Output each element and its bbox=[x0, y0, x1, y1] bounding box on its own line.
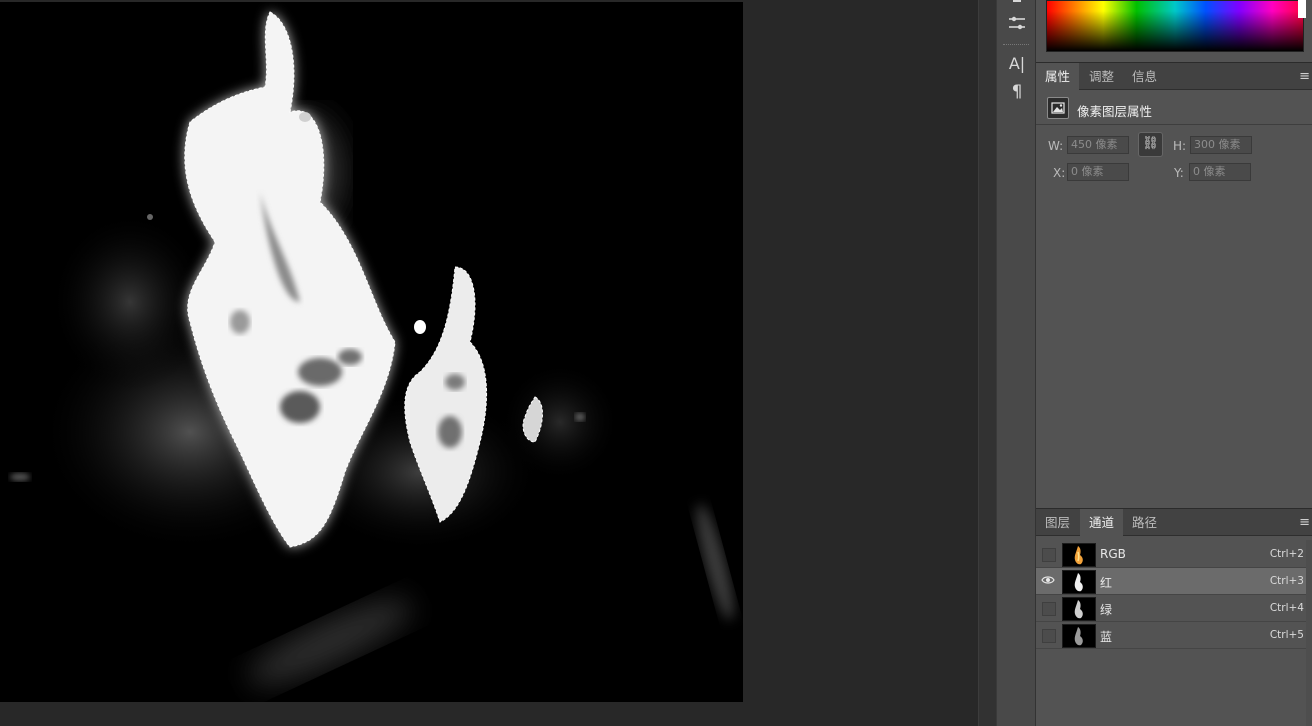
panel-menu-icon[interactable]: ≡ bbox=[1299, 69, 1310, 84]
x-field[interactable]: 0 像素 bbox=[1067, 163, 1129, 181]
channel-thumbnail bbox=[1062, 597, 1096, 621]
y-label: Y: bbox=[1174, 166, 1184, 180]
document-canvas[interactable] bbox=[0, 2, 743, 702]
tab-paths[interactable]: 路径 bbox=[1123, 509, 1166, 537]
channel-name: 绿 bbox=[1100, 603, 1113, 617]
color-spectrum[interactable] bbox=[1046, 0, 1304, 52]
collapsed-panel-icons: A| ¶ bbox=[996, 0, 1036, 726]
channel-name: RGB bbox=[1100, 547, 1126, 561]
y-field[interactable]: 0 像素 bbox=[1189, 163, 1251, 181]
channel-thumbnail bbox=[1062, 624, 1096, 648]
panel-scrollbar[interactable] bbox=[1306, 540, 1312, 726]
tab-info[interactable]: 信息 bbox=[1123, 63, 1166, 91]
visibility-toggle[interactable] bbox=[1042, 629, 1056, 643]
height-field[interactable]: 300 像素 bbox=[1190, 136, 1252, 154]
visibility-toggle[interactable] bbox=[1042, 602, 1056, 616]
channel-row-red[interactable]: 红 Ctrl+3 bbox=[1036, 568, 1306, 595]
panel-dock-edge bbox=[978, 0, 996, 726]
channel-thumbnail bbox=[1062, 543, 1096, 567]
link-dimensions-icon[interactable]: ⛓ bbox=[1138, 132, 1163, 157]
channel-name: 红 bbox=[1100, 576, 1113, 590]
width-label: W: bbox=[1048, 139, 1064, 153]
channel-shortcut: Ctrl+5 bbox=[1269, 629, 1304, 641]
channel-name: 蓝 bbox=[1100, 630, 1113, 644]
channel-shortcut: Ctrl+2 bbox=[1269, 548, 1304, 560]
icon-separator bbox=[1003, 44, 1029, 46]
channel-image bbox=[10, 11, 734, 685]
brush-settings-icon[interactable] bbox=[997, 0, 1037, 8]
tab-channels[interactable]: 通道 bbox=[1080, 509, 1124, 537]
divider bbox=[1036, 648, 1306, 649]
properties-tabbar: 属性 调整 信息 ≡ bbox=[1036, 62, 1312, 91]
character-icon[interactable]: A| bbox=[997, 54, 1037, 73]
channel-row-blue[interactable]: 蓝 Ctrl+5 bbox=[1036, 622, 1306, 649]
channel-shortcut: Ctrl+3 bbox=[1269, 575, 1304, 587]
x-label: X: bbox=[1053, 166, 1066, 180]
spectrum-white-swatch[interactable] bbox=[1298, 0, 1306, 18]
paragraph-icon[interactable]: ¶ bbox=[997, 82, 1037, 102]
divider bbox=[1036, 124, 1312, 125]
channel-thumbnail bbox=[1062, 570, 1096, 594]
channels-tabbar: 图层 通道 路径 ≡ bbox=[1036, 508, 1312, 537]
channel-shortcut: Ctrl+4 bbox=[1269, 602, 1304, 614]
canvas-area[interactable] bbox=[0, 0, 978, 726]
pixel-layer-icon bbox=[1047, 97, 1069, 119]
tab-properties[interactable]: 属性 bbox=[1036, 63, 1080, 91]
adjustment-sliders-icon[interactable] bbox=[997, 14, 1037, 34]
tab-layers[interactable]: 图层 bbox=[1036, 509, 1079, 537]
eye-icon[interactable] bbox=[1041, 573, 1055, 587]
channel-row-rgb[interactable]: RGB Ctrl+2 bbox=[1036, 541, 1306, 568]
panel-menu-icon[interactable]: ≡ bbox=[1299, 515, 1310, 530]
properties-title: 像素图层属性 bbox=[1077, 104, 1153, 119]
width-field[interactable]: 450 像素 bbox=[1067, 136, 1129, 154]
tab-adjustments[interactable]: 调整 bbox=[1080, 63, 1123, 91]
height-label: H: bbox=[1173, 139, 1187, 153]
channel-row-green[interactable]: 绿 Ctrl+4 bbox=[1036, 595, 1306, 622]
visibility-toggle[interactable] bbox=[1042, 548, 1056, 562]
